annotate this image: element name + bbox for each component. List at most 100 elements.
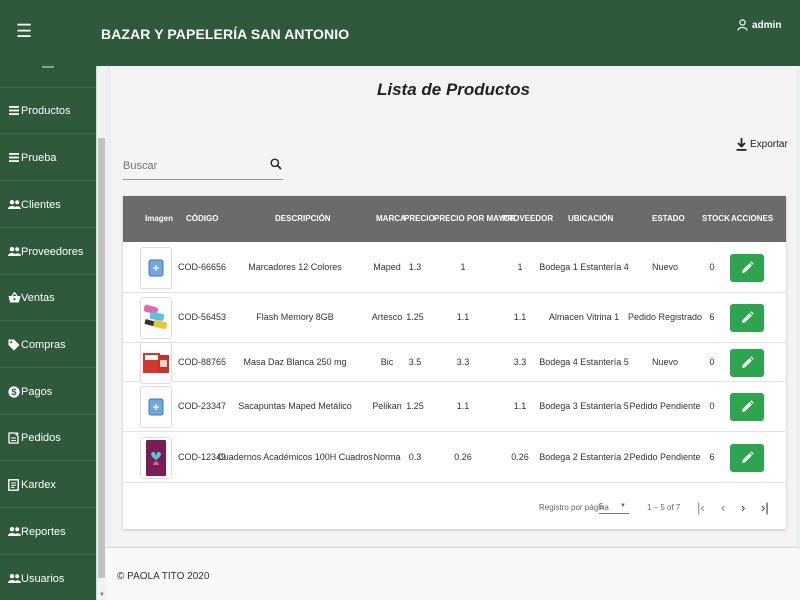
table-row: COD-23347 Sacapuntas Maped Metálico Pelika… [123, 382, 786, 432]
sidebar-item-label: Kardex [21, 478, 56, 491]
table-row: COD-66656 Marcadores 12 Colores Maped 1.3 1 1… [123, 242, 786, 293]
products-table: Imagen CÓDIGO DESCRIPCIÓN MARCA PRECIO P… [123, 196, 786, 529]
previous-page-icon[interactable]: ‹ [721, 500, 725, 515]
rows-per-page-value: 5 [599, 502, 604, 511]
table-pagination: Registro por página 5 ▼ 1 – 5 of 7 |‹ ‹ … [123, 494, 786, 524]
group-icon [8, 573, 21, 585]
sidebar-item-label: Ventas [21, 291, 55, 304]
column-header-marca[interactable]: MARCA [376, 214, 406, 223]
list-icon [8, 105, 20, 117]
group-icon [8, 246, 21, 258]
masa-box-photo [140, 342, 172, 384]
sidebar-item-label: Prueba [21, 151, 57, 164]
sidebar-item-label: Productos [21, 104, 71, 117]
page-title: Lista de Productos [376, 80, 531, 99]
products-panel: Lista de Productos Exportar Imagen CÓDIG… [111, 66, 796, 546]
download-icon [736, 138, 747, 151]
search-input[interactable] [123, 160, 263, 172]
edit-button[interactable] [730, 254, 764, 282]
scroll-down-arrow-icon[interactable]: ▼ [99, 592, 105, 598]
sidebar-item-label: Clientes [21, 198, 61, 211]
hamburger-menu-icon[interactable]: ☰ [16, 22, 32, 40]
search-icon[interactable] [270, 158, 282, 170]
column-header-stock[interactable]: STOCK [702, 214, 730, 223]
sidebar-item-compras[interactable]: Compras [0, 322, 96, 368]
list-icon [8, 152, 20, 164]
sidebar-item-label: Usuarios [21, 572, 65, 585]
sidebar-item-label: Pagos [21, 385, 53, 398]
placeholder-icon [140, 247, 172, 289]
sidebar-logo-strip [0, 66, 96, 88]
next-page-icon[interactable]: › [741, 500, 745, 515]
footer-copyright: © PAOLA TITO 2020 [117, 571, 210, 582]
sidebar-item-pedidos[interactable]: Pedidos [0, 415, 96, 461]
column-header-codigo[interactable]: CÓDIGO [186, 214, 218, 223]
column-header-precio[interactable]: PRECIO [404, 214, 435, 223]
column-header-ubicacion[interactable]: UBICACIÓN [568, 214, 613, 223]
sidebar-item-label: Reportes [21, 525, 66, 538]
cell-stock: 6 [709, 452, 715, 462]
table-row: COD-56453 Flash Memory 8GB Artesco 1.25 1.1 1… [123, 293, 786, 343]
sidebar-item-label: Pedidos [21, 431, 61, 444]
edit-pencil-icon [742, 356, 754, 368]
table-row: COD-88765 Masa Daz Blanca 250 mg Bic 3.5 3.3… [123, 342, 786, 384]
basket-icon [8, 290, 21, 304]
column-header-proveedor[interactable]: PROVEEDOR [502, 214, 553, 223]
pagination-range: 1 – 5 of 7 [647, 503, 681, 512]
sidebar-item-kardex[interactable]: Kardex [0, 462, 96, 508]
edit-pencil-icon [742, 261, 754, 273]
edit-button[interactable] [730, 304, 764, 332]
flash-memory-photo [140, 297, 172, 339]
table-row: COD-12349 Cuadernos Académicos 100H Cuadr… [123, 432, 786, 483]
sidebar-item-label: Compras [21, 338, 66, 351]
sidebar-item-usuarios[interactable]: Usuarios [0, 556, 96, 600]
scrollbar[interactable]: ▼ [96, 66, 106, 600]
tag-icon [8, 339, 20, 351]
edit-pencil-icon [742, 400, 754, 412]
app-brand-title: BAZAR Y PAPELERÍA SAN ANTONIO [101, 26, 350, 42]
cell-stock: 0 [709, 401, 715, 411]
cell-stock: 0 [709, 357, 715, 367]
export-button[interactable]: Exportar [736, 138, 788, 151]
column-header-descripcion[interactable]: DESCRIPCIÓN [275, 214, 331, 223]
sidebar-item-productos[interactable]: Productos [0, 88, 96, 134]
edit-button[interactable] [730, 349, 764, 377]
first-page-icon[interactable]: |‹ [697, 500, 705, 515]
column-header-estado[interactable]: ESTADO [652, 214, 685, 223]
table-header: Imagen CÓDIGO DESCRIPCIÓN MARCA PRECIO P… [123, 196, 786, 242]
user-icon [737, 19, 748, 31]
column-header-imagen[interactable]: Imagen [145, 214, 173, 223]
edit-pencil-icon [742, 451, 754, 463]
main-content: Lista de Productos Exportar Imagen CÓDIG… [106, 66, 800, 600]
last-page-icon[interactable]: ›| [761, 500, 769, 515]
group-icon [8, 199, 21, 211]
sidebar-item-reportes[interactable]: Reportes [0, 509, 96, 555]
svg-text:$: $ [11, 387, 16, 397]
edit-button[interactable] [730, 444, 764, 472]
group-icon [8, 526, 21, 538]
rows-per-page-select[interactable]: 5 ▼ [599, 502, 629, 514]
cell-stock: 6 [709, 312, 715, 322]
sidebar-item-proveedores[interactable]: Proveedores [0, 229, 96, 275]
sidebar-item-pagos[interactable]: $ Pagos [0, 369, 96, 415]
sidebar-item-label: Proveedores [21, 245, 84, 258]
document-icon [8, 478, 20, 491]
dropdown-arrow-icon: ▼ [620, 503, 626, 509]
footer: © PAOLA TITO 2020 [106, 547, 800, 600]
sidebar-item-prueba[interactable]: Prueba [0, 135, 96, 181]
sidebar-item-clientes[interactable]: Clientes [0, 182, 96, 228]
export-label: Exportar [750, 139, 788, 150]
dollar-icon: $ [8, 385, 20, 398]
username-label: admin [752, 19, 782, 31]
edit-pencil-icon [742, 311, 754, 323]
user-menu[interactable]: admin [737, 19, 781, 31]
top-app-bar: ☰ BAZAR Y PAPELERÍA SAN ANTONIO admin [0, 0, 800, 66]
note-add-icon [8, 431, 20, 444]
scrollbar-thumb[interactable] [98, 138, 105, 578]
edit-button[interactable] [730, 393, 764, 421]
cell-stock: 0 [709, 262, 715, 272]
notebook-photo [140, 437, 172, 479]
column-header-acciones: ACCIONES [731, 214, 774, 223]
search-field[interactable] [123, 154, 283, 180]
sidebar-item-ventas[interactable]: Ventas [0, 275, 96, 321]
